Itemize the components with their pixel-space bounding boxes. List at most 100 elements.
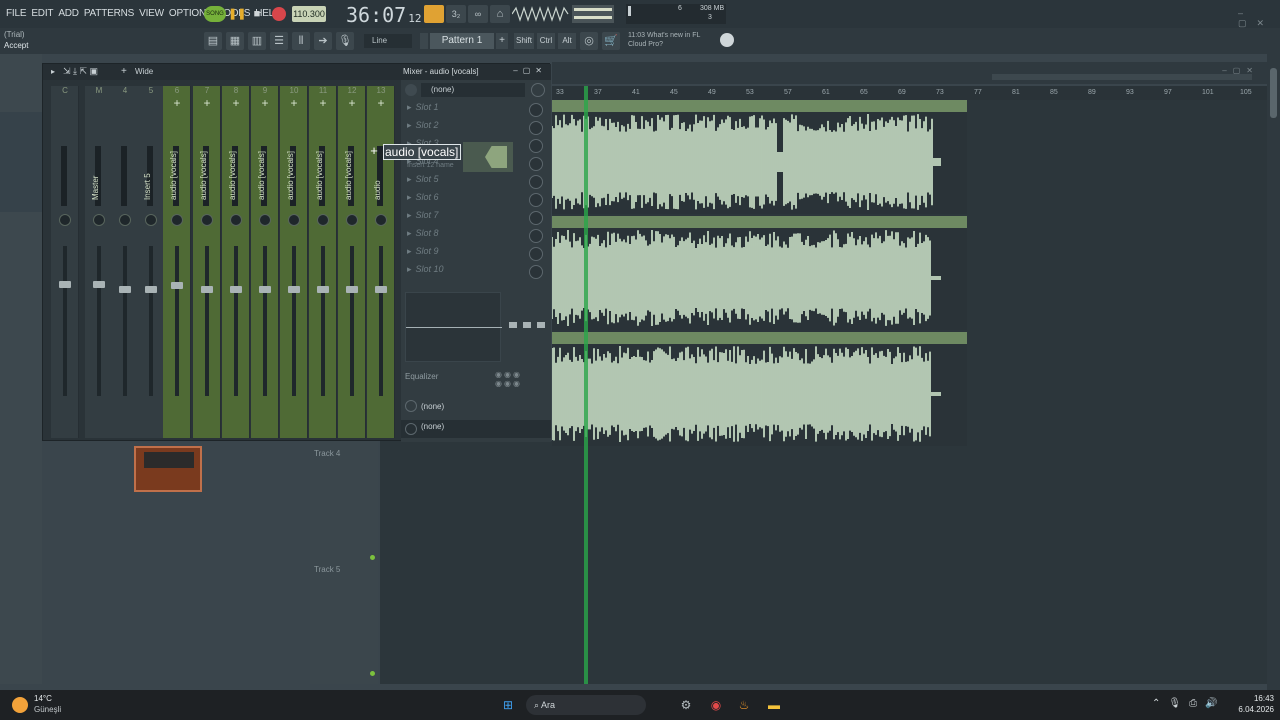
shift-button[interactable]: Shift <box>514 33 534 49</box>
pan-knob[interactable] <box>375 214 387 226</box>
mixer-window-controls[interactable]: –▢✕ <box>513 66 547 75</box>
audio-clip-header[interactable] <box>552 100 967 112</box>
audio-clip-header[interactable] <box>552 216 967 228</box>
weather-desc[interactable]: Güneşli <box>34 705 61 714</box>
vertical-scrollbar[interactable] <box>1267 54 1280 690</box>
weather-temp[interactable]: 14°C <box>34 694 52 703</box>
playhead[interactable] <box>584 86 588 684</box>
alt-button[interactable]: Alt <box>558 33 576 49</box>
strip-add-icon[interactable]: + <box>338 96 366 110</box>
rename-plus-icon[interactable]: + <box>367 144 381 158</box>
pan-knob[interactable] <box>230 214 242 226</box>
fader-cap[interactable] <box>201 286 213 293</box>
browser-icon[interactable]: ⫴ <box>292 32 310 50</box>
audio-clip[interactable] <box>552 216 967 330</box>
tempo-display[interactable]: 110.300 <box>292 6 326 22</box>
fader-cap[interactable] <box>59 281 71 288</box>
track-4-label[interactable]: Track 4 <box>314 449 340 458</box>
cart-icon[interactable]: 🛒 <box>602 32 620 50</box>
horizontal-scrollbar[interactable] <box>992 74 1252 80</box>
volume-fader[interactable] <box>123 246 127 396</box>
settings-gear-icon[interactable]: ⚙ <box>676 695 696 715</box>
slot-mix-knob[interactable] <box>529 139 543 153</box>
microphone-icon[interactable]: 🎙 <box>336 32 354 50</box>
volume-fader[interactable] <box>379 246 383 396</box>
effect-slot[interactable]: ▸ Slot 9 <box>407 246 543 262</box>
effect-slot[interactable]: ▸ Slot 6 <box>407 192 543 208</box>
playlist-icon[interactable]: ▤ <box>204 32 222 50</box>
effect-slot[interactable]: ▸ Slot 8 <box>407 228 543 244</box>
mixer-strip[interactable]: 6 + audio [vocals] <box>163 86 191 438</box>
slot-mix-knob[interactable] <box>529 175 543 189</box>
mixer-strip[interactable]: 8 + audio [vocals] <box>222 86 250 438</box>
add-pattern-button[interactable]: + <box>496 33 508 49</box>
mixer-strip[interactable]: 5 Insert 5 <box>137 86 165 438</box>
pan-knob[interactable] <box>171 214 183 226</box>
menu-file[interactable]: FILE <box>6 8 27 19</box>
pattern-song-icon[interactable] <box>424 5 444 23</box>
mixer-strip[interactable]: 13 + audio <box>367 86 395 438</box>
pan-knob[interactable] <box>317 214 329 226</box>
audio-clip-header[interactable] <box>552 332 967 344</box>
mixer-icon[interactable]: ☰ <box>270 32 288 50</box>
plugin-thumbnail[interactable] <box>134 446 202 492</box>
eq-band-faders[interactable] <box>507 292 547 362</box>
audio-clip[interactable] <box>552 100 967 214</box>
loop-record-icon[interactable]: ∞ <box>468 5 488 23</box>
mixer-strip[interactable]: 7 + audio [vocals] <box>193 86 221 438</box>
fader-cap[interactable] <box>230 286 242 293</box>
pan-knob[interactable] <box>145 214 157 226</box>
slot-mix-knob[interactable] <box>529 121 543 135</box>
effect-slot[interactable]: ▸ Slot 7 <box>407 210 543 226</box>
strip-add-icon[interactable]: + <box>280 96 308 110</box>
countdown-icon[interactable]: 3₂ <box>446 5 466 23</box>
master-volume-display[interactable] <box>572 5 614 23</box>
volume-fader[interactable] <box>350 246 354 396</box>
chrome-icon[interactable]: ◉ <box>706 695 726 715</box>
strip-add-icon[interactable]: + <box>222 96 250 110</box>
slot-mix-knob[interactable] <box>529 211 543 225</box>
mixer-strip[interactable]: 12 + audio [vocals] <box>338 86 366 438</box>
ctrl-button[interactable]: Ctrl <box>537 33 555 49</box>
pan-knob[interactable] <box>346 214 358 226</box>
fader-cap[interactable] <box>259 286 271 293</box>
fader-cap[interactable] <box>288 286 300 293</box>
stop-button[interactable]: ■ <box>249 5 265 23</box>
playlist-left-grid[interactable] <box>380 441 552 684</box>
slot-mix-knob[interactable] <box>529 157 543 171</box>
menu-view[interactable]: VIEW <box>139 8 164 19</box>
news-panel[interactable]: 11:03 What's new in FL Cloud Pro? <box>628 31 718 49</box>
volume-fader[interactable] <box>97 246 101 396</box>
output-2-select[interactable]: (none) <box>421 422 444 431</box>
menu-edit[interactable]: EDIT <box>31 8 53 19</box>
piano-roll-icon[interactable]: ▦ <box>226 32 244 50</box>
effect-slot[interactable]: ▸ Slot 10 <box>407 264 543 280</box>
timeline-ruler[interactable]: 33 37 41 45 49 53 57 61 65 69 73 77 81 85 89 93 97 101 105 <box>552 86 1267 100</box>
browser-collapsed[interactable] <box>0 112 42 212</box>
slot-mix-knob[interactable] <box>529 265 543 279</box>
volume-fader[interactable] <box>263 246 267 396</box>
eq-graph[interactable] <box>405 292 502 362</box>
menu-patterns[interactable]: PATTERNS <box>84 8 134 19</box>
fl-studio-icon[interactable]: ♨ <box>734 695 754 715</box>
fader-cap[interactable] <box>171 282 183 289</box>
mixer-strip[interactable]: 4 <box>111 86 139 438</box>
mixer-strip[interactable]: M Master <box>85 86 113 438</box>
fader-cap[interactable] <box>375 286 387 293</box>
metronome-icon[interactable]: ⌂ <box>490 5 510 23</box>
mixer-strip[interactable]: 10 + audio [vocals] <box>280 86 308 438</box>
audio-clip[interactable] <box>552 332 967 446</box>
snap-select[interactable]: Line <box>364 34 412 48</box>
window-controls[interactable]: –▢✕ <box>1238 8 1280 29</box>
track-6-led[interactable] <box>370 671 375 676</box>
volume-fader[interactable] <box>292 246 296 396</box>
effect-slot[interactable]: ▸ Slot 1 <box>407 102 543 118</box>
strip-add-icon[interactable]: + <box>367 96 395 110</box>
pan-knob[interactable] <box>288 214 300 226</box>
slot-mix-knob[interactable] <box>529 193 543 207</box>
effect-slot[interactable]: ▸ Slot 5 <box>407 174 543 190</box>
volume-fader[interactable] <box>63 246 67 396</box>
clock-time[interactable]: 16:43 <box>1230 694 1274 703</box>
fader-cap[interactable] <box>346 286 358 293</box>
volume-fader[interactable] <box>175 246 179 396</box>
